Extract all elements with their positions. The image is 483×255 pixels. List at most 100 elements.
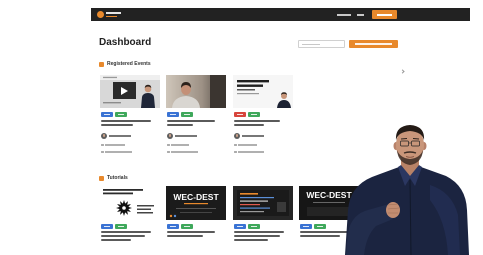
- slide-background: [100, 186, 160, 220]
- thumbnail-text-line: [176, 208, 216, 209]
- card-title-line: [167, 235, 203, 237]
- presenter-mouth: [405, 156, 415, 158]
- search-input[interactable]: [298, 40, 345, 48]
- slide-text: [137, 205, 154, 207]
- card-meta-line: [238, 144, 257, 146]
- slide-text: [137, 208, 151, 210]
- thumbnail-label: WEC-DEST: [173, 192, 219, 202]
- code-line: [240, 207, 270, 209]
- logo-wordmark: [106, 12, 121, 14]
- thumbnail-image: [233, 186, 293, 220]
- tutorial-card[interactable]: WEC-DEST: [299, 186, 359, 255]
- top-navigation-bar: [91, 8, 470, 21]
- room-shadow: [210, 75, 226, 108]
- code-line: [240, 197, 274, 199]
- code-line: [240, 193, 258, 195]
- card-thumbnail[interactable]: [233, 186, 293, 220]
- presenter-hand: [386, 202, 400, 218]
- card-thumbnail[interactable]: WEC-DEST: [166, 186, 226, 220]
- tutorial-card[interactable]: [233, 186, 293, 255]
- card-tag: [181, 112, 193, 117]
- author-avatar: [101, 133, 107, 139]
- author-avatar: [234, 133, 240, 139]
- slide-text: [237, 89, 255, 91]
- thumbnail-label: WEC-DEST: [306, 190, 352, 200]
- event-card[interactable]: [100, 75, 160, 155]
- primary-action-button[interactable]: [349, 40, 398, 48]
- speaker-body: [141, 93, 155, 108]
- hand-fingers: [387, 203, 400, 214]
- card-meta-line: [238, 151, 264, 153]
- thumbnail-image: WEC-DEST: [166, 186, 226, 220]
- presenter-collar: [398, 165, 422, 186]
- info-icon: [167, 143, 170, 146]
- presenter-eyebrows: [400, 138, 420, 140]
- slide-text: [237, 80, 269, 83]
- glasses-lens: [411, 140, 420, 147]
- presenter-figure: [345, 125, 469, 255]
- chevron-right-icon[interactable]: [400, 69, 405, 74]
- card-tag: [314, 224, 326, 229]
- thumbnail-image: [100, 186, 160, 220]
- preview-box: [277, 202, 286, 212]
- slide-text: [237, 84, 263, 87]
- card-title-line: [300, 231, 348, 233]
- button-label: [355, 43, 392, 45]
- card-tag: [248, 224, 260, 229]
- screen: Dashboard Registered Events Tutorials WE…: [0, 0, 483, 255]
- section-title: Registered Events: [107, 60, 151, 67]
- card-title-line: [101, 231, 151, 233]
- preview-box: [307, 207, 351, 216]
- section-bullet-icon: [99, 62, 104, 67]
- slide-text: [137, 212, 153, 214]
- card-title-line: [167, 231, 215, 233]
- card-title-line: [167, 120, 215, 122]
- card-tag: [234, 224, 246, 229]
- card-tag: [115, 112, 127, 117]
- card-meta-line: [171, 151, 198, 153]
- presenter-mustache: [403, 151, 417, 154]
- card-meta-line: [171, 144, 189, 146]
- card-tag: [167, 224, 179, 229]
- code-line: [240, 204, 260, 206]
- tutorial-card[interactable]: WEC-DEST: [166, 186, 226, 255]
- card-tag: [248, 112, 260, 117]
- card-title-line: [167, 124, 193, 126]
- presenter-hair: [395, 125, 425, 140]
- card-thumbnail[interactable]: [100, 186, 160, 220]
- thumbnail-image: WEC-DEST: [299, 186, 359, 220]
- code-line: [240, 200, 268, 202]
- card-thumbnail[interactable]: [100, 75, 160, 108]
- search-placeholder: [302, 43, 320, 45]
- card-tag: [115, 224, 127, 229]
- logo-emblem-icon: [97, 11, 104, 18]
- thumbnail-image: [100, 75, 160, 108]
- card-thumbnail[interactable]: [233, 75, 293, 108]
- emblem-center: [122, 206, 126, 210]
- card-title-line: [101, 235, 145, 237]
- header-action-button[interactable]: [372, 10, 397, 19]
- presenter-head: [393, 125, 427, 165]
- section-bullet-icon: [99, 176, 104, 181]
- slide-text: [103, 102, 121, 104]
- tutorial-card[interactable]: [100, 186, 160, 255]
- site-logo[interactable]: [95, 8, 135, 21]
- card-tag: [101, 224, 113, 229]
- card-thumbnail[interactable]: [166, 75, 226, 108]
- card-title-line: [234, 235, 280, 237]
- presenter-ear: [421, 142, 427, 150]
- card-tag: [300, 224, 312, 229]
- info-icon: [167, 150, 170, 153]
- logo-tagline: [106, 15, 117, 17]
- hand-shape: [386, 202, 400, 218]
- code-line: [240, 211, 264, 213]
- card-title-line: [234, 120, 280, 122]
- presenter-neck: [401, 156, 419, 177]
- presenter-ear: [393, 142, 399, 150]
- event-card[interactable]: [166, 75, 226, 155]
- glasses-lens: [400, 140, 409, 147]
- event-card[interactable]: [233, 75, 293, 155]
- nav-link[interactable]: [337, 13, 351, 16]
- nav-link[interactable]: [357, 13, 364, 16]
- card-thumbnail[interactable]: WEC-DEST: [299, 186, 359, 220]
